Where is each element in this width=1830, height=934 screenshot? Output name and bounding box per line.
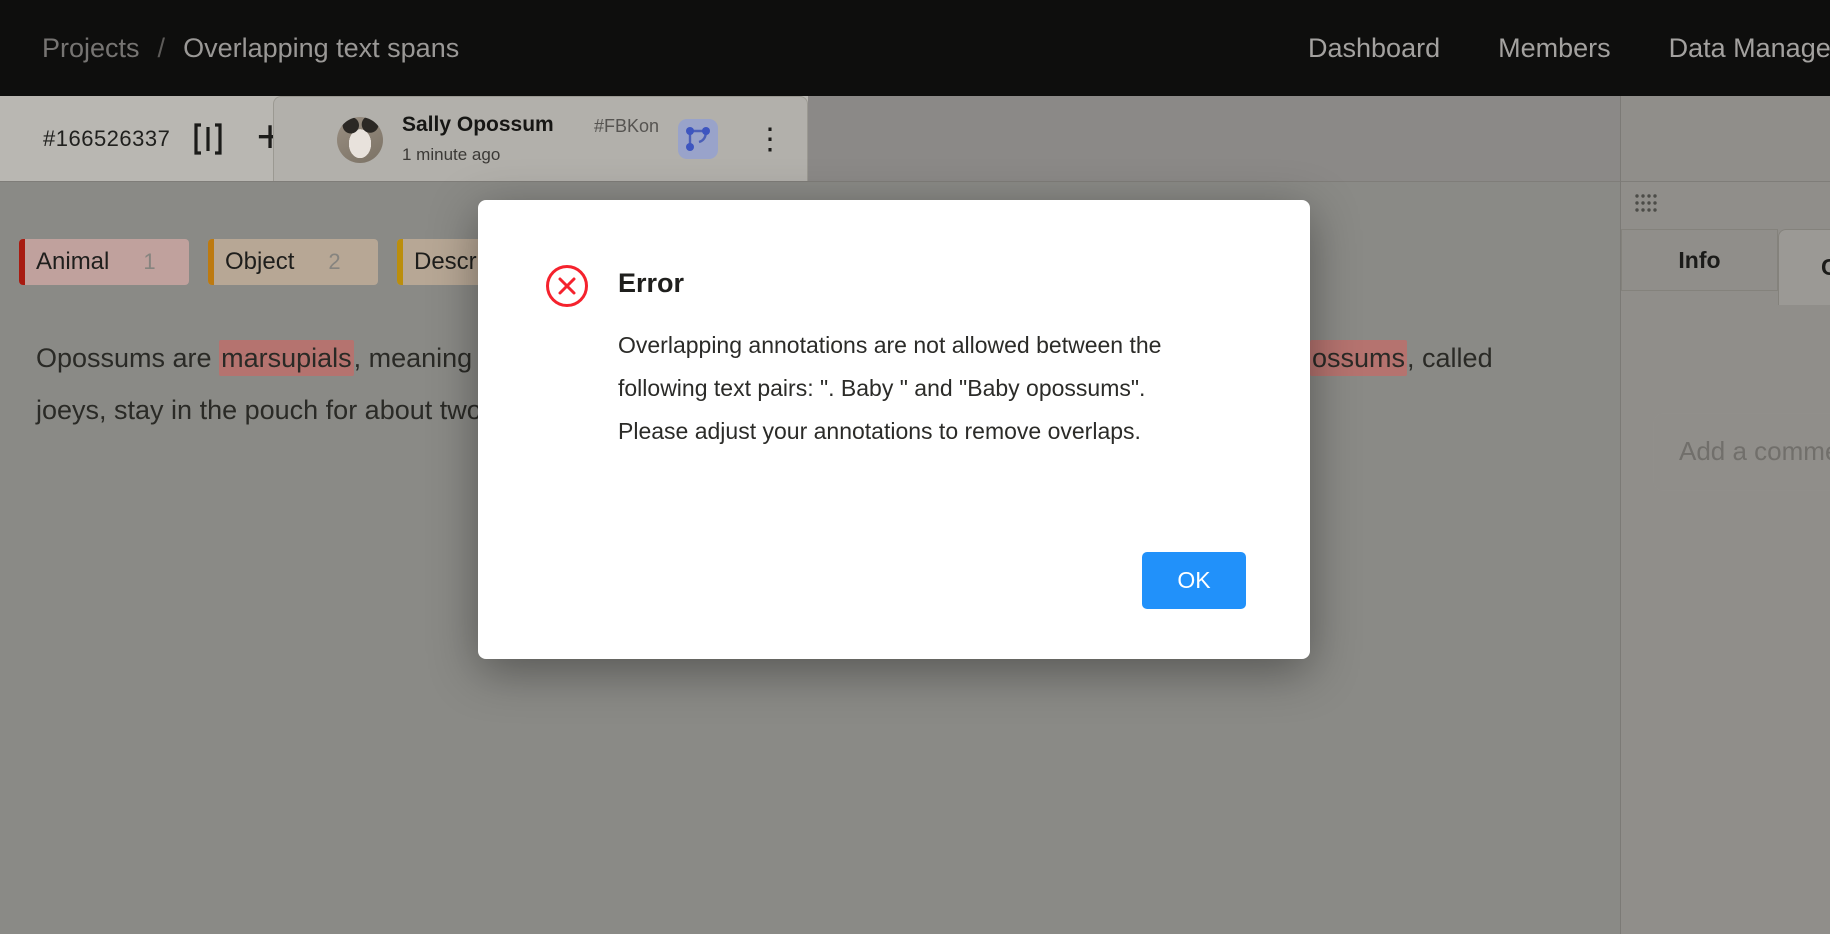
annotation-timestamp: 1 minute ago [402, 145, 500, 165]
top-nav: Dashboard Members Data Manager [1308, 0, 1830, 96]
annotation-menu-button[interactable]: ⋮ [740, 97, 800, 182]
details-sidebar: Info Comments [1620, 96, 1830, 934]
label-name: Animal [36, 248, 109, 276]
comment-input[interactable] [1653, 413, 1830, 491]
kebab-menu-icon: ⋮ [755, 122, 785, 157]
text-run: Opossums are [36, 343, 219, 373]
annotation-span-marsupials[interactable]: marsupials [219, 340, 354, 376]
document-text-line2: joeys, stay in the pouch for about two [36, 383, 482, 437]
modal-title: Error [618, 268, 684, 299]
label-count: 1 [143, 249, 155, 275]
modal-message: Overlapping annotations are not allowed … [618, 324, 1193, 453]
ok-button[interactable]: OK [1142, 552, 1246, 609]
breadcrumb-separator: / [158, 33, 166, 64]
label-color-bar [397, 239, 403, 285]
error-icon [545, 264, 589, 308]
label-color-bar [208, 239, 214, 285]
page-title: Overlapping text spans [183, 33, 459, 64]
breadcrumb-projects-link[interactable]: Projects [42, 33, 140, 64]
top-header: Projects / Overlapping text spans Dashbo… [0, 0, 1830, 96]
label-color-bar [19, 239, 25, 285]
columns-icon [193, 122, 223, 156]
annotation-app: Projects / Overlapping text spans Dashbo… [0, 0, 1830, 934]
annotation-tab[interactable]: Sally Opossum #FBKon 1 minute ago ⋮ [273, 96, 808, 181]
annotation-id-tag: #FBKon [594, 116, 659, 137]
nav-dashboard[interactable]: Dashboard [1308, 33, 1440, 64]
details-panel: Info Comments [1621, 181, 1830, 934]
tab-comments[interactable]: Comments [1778, 229, 1830, 305]
breadcrumb: Projects / Overlapping text spans [42, 0, 459, 96]
label-tag-animal[interactable]: Animal 1 [19, 239, 189, 285]
nav-members[interactable]: Members [1498, 33, 1611, 64]
task-id: #166526337 [43, 96, 170, 181]
annotator-name: Sally Opossum [402, 113, 554, 137]
text-run: , called [1407, 343, 1493, 373]
tab-info[interactable]: Info [1621, 229, 1778, 291]
nav-data-manager[interactable]: Data Manager [1669, 33, 1830, 64]
document-text-line1-right: ossums, called [1310, 331, 1493, 385]
label-tag-object[interactable]: Object 2 [208, 239, 378, 285]
user-avatar [337, 117, 383, 163]
selection-region-icon [685, 126, 711, 152]
label-name: Object [225, 248, 294, 276]
view-all-annotations-button[interactable] [186, 96, 230, 181]
annotation-toolbar: #166526337 + Sally Opossum #FBKon 1 minu… [0, 96, 1620, 182]
annotation-span-opossums[interactable]: ossums [1310, 340, 1407, 376]
label-count: 2 [328, 249, 340, 275]
error-modal: Error Overlapping annotations are not al… [478, 200, 1310, 659]
drag-handle-icon[interactable] [1634, 192, 1658, 216]
prediction-selection-button[interactable] [678, 119, 718, 159]
